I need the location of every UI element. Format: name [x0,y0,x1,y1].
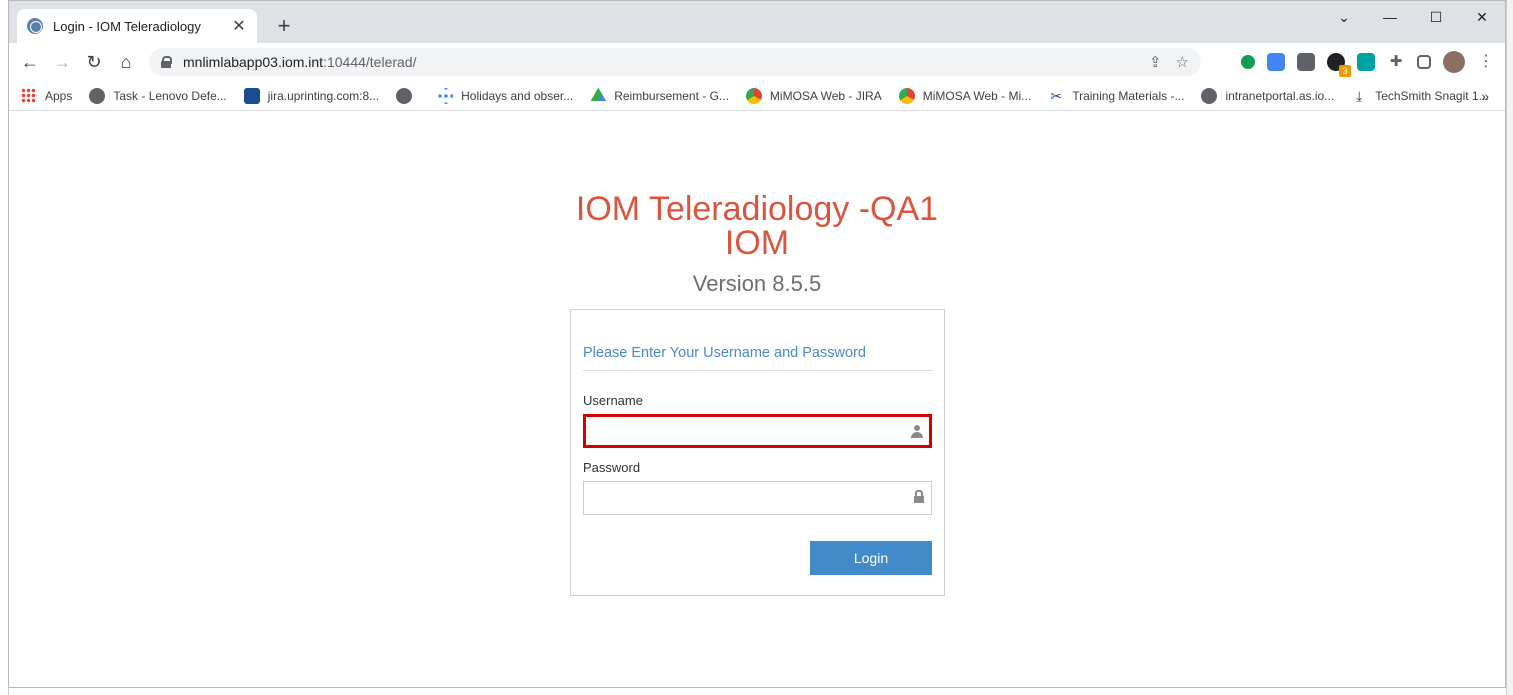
tab-close-icon[interactable]: ✕ [231,16,247,36]
bookmark-label: Training Materials -... [1072,88,1185,103]
bookmark-label: Reimbursement - G... [614,88,729,103]
username-input[interactable] [586,417,929,445]
background-window-right [1506,0,1513,695]
browser-toolbar: ← → ↻ ⌂ mnlimlabapp03.iom.int:10444/tele… [9,43,1505,81]
password-field-wrapper [583,481,932,515]
bookmark-label: jira.uprinting.com:8... [267,88,380,103]
page-content: IOM Teleradiology -QA1 IOM Version 8.5.5… [9,112,1505,687]
circle-extension-icon[interactable]: 3 [1327,53,1351,77]
bookmark-label: TechSmith Snagit 1... [1375,88,1489,103]
reload-icon[interactable]: ↻ [79,47,109,77]
bookmark-label: Holidays and obser... [461,88,574,103]
login-button[interactable]: Login [810,541,932,575]
jira-icon [243,87,260,104]
drive-icon [590,87,607,102]
bookmarks-overflow-icon[interactable]: » [1481,88,1489,104]
globe-icon [396,87,413,104]
login-form: Please Enter Your Username and Password … [570,309,945,596]
page-subtitle: IOM [724,224,790,262]
page-title: IOM Teleradiology -QA1 [575,190,939,228]
title-block: IOM Teleradiology -QA1 IOM Version 8.5.5 [9,192,1505,298]
puzzle-extensions-icon[interactable]: ✚ [1387,53,1405,71]
tools-icon: ✂ [1050,87,1063,104]
minimize-button[interactable]: — [1367,1,1413,33]
tab-bar: Login - IOM Teleradiology ✕ + ⌄ — ☐ ✕ [9,1,1505,43]
chrome-icon [745,87,762,104]
bookmark-apps[interactable]: Apps [21,87,73,104]
bookmark-training-materials[interactable]: ✂ Training Materials -... [1048,88,1184,104]
padlock-icon [913,490,925,504]
address-bar[interactable]: mnlimlabapp03.iom.int:10444/telerad/ ⇪ ☆ [149,48,1201,76]
bookmarks-bar: Apps Task - Lenovo Defe... jira.uprintin… [9,81,1505,111]
version-text: Version 8.5.5 [692,271,822,296]
url-path: :10444/telerad/ [323,54,417,70]
browser-window: Login - IOM Teleradiology ✕ + ⌄ — ☐ ✕ ← … [8,0,1506,688]
bookmark-label: Task - Lenovo Defe... [113,88,227,103]
bookmark-globe[interactable] [396,87,420,104]
url-host: mnlimlabapp03.iom.int [183,54,324,70]
username-label: Username [583,393,643,408]
password-label: Password [583,460,641,475]
tab-title: Login - IOM Teleradiology [53,18,201,34]
menu-kebab-icon[interactable]: ⋮ [1477,53,1495,71]
user-icon [911,425,923,439]
share-icon[interactable]: ⇪ [1149,53,1162,71]
home-icon[interactable]: ⌂ [111,47,141,77]
username-field-wrapper [583,414,932,448]
globe-icon [89,87,106,104]
download-icon: ⤓ [1356,87,1363,104]
side-panel-icon[interactable] [1417,55,1431,69]
chrome-icon [898,87,915,104]
gray-extension-icon[interactable] [1297,53,1315,71]
profile-avatar[interactable] [1443,51,1465,73]
tab-search-chevron-icon[interactable]: ⌄ [1321,1,1367,33]
bookmark-task-lenovo[interactable]: Task - Lenovo Defe... [89,87,227,104]
dots-icon [437,87,454,104]
login-header: Please Enter Your Username and Password [583,345,932,371]
maximize-button[interactable]: ☐ [1413,1,1459,33]
browser-tab[interactable]: Login - IOM Teleradiology ✕ [17,9,257,43]
bookmark-label: MiMOSA Web - Mi... [922,88,1032,103]
teal-extension-icon[interactable] [1357,53,1375,71]
bookmark-star-icon[interactable]: ☆ [1176,53,1189,71]
bookmark-jira-uprinting[interactable]: jira.uprinting.com:8... [243,87,380,104]
url-text[interactable]: mnlimlabapp03.iom.int:10444/telerad/ [183,54,1149,70]
new-tab-button[interactable]: + [271,13,297,39]
bookmark-mimosa-mi[interactable]: MiMOSA Web - Mi... [898,87,1032,104]
back-arrow-icon[interactable]: ← [15,47,45,77]
bookmark-mimosa-jira[interactable]: MiMOSA Web - JIRA [745,87,882,104]
extensions-area: 3 ✚ ⋮ [1241,48,1495,77]
bookmark-reimbursement[interactable]: Reimbursement - G... [590,87,729,104]
password-input[interactable] [584,482,931,514]
forward-arrow-icon[interactable]: → [47,47,77,77]
apps-grid-icon [21,87,37,104]
green-extension-icon[interactable] [1241,55,1255,69]
window-controls: ⌄ — ☐ ✕ [1321,1,1505,33]
blue-extension-icon[interactable] [1267,53,1285,71]
bookmark-holidays[interactable]: Holidays and obser... [437,87,574,104]
bookmark-label: Apps [45,88,73,103]
extension-badge: 3 [1339,65,1351,77]
globe-icon [1201,87,1218,104]
lock-icon[interactable] [161,56,172,68]
close-window-button[interactable]: ✕ [1459,1,1505,33]
bookmark-label: MiMOSA Web - JIRA [769,88,882,103]
bookmark-label: intranetportal.as.io... [1225,88,1335,103]
globe-favicon-icon [27,18,43,34]
bookmark-techsmith[interactable]: ⤓ TechSmith Snagit 1... [1351,87,1489,104]
bookmark-intranetportal[interactable]: intranetportal.as.io... [1201,87,1335,104]
